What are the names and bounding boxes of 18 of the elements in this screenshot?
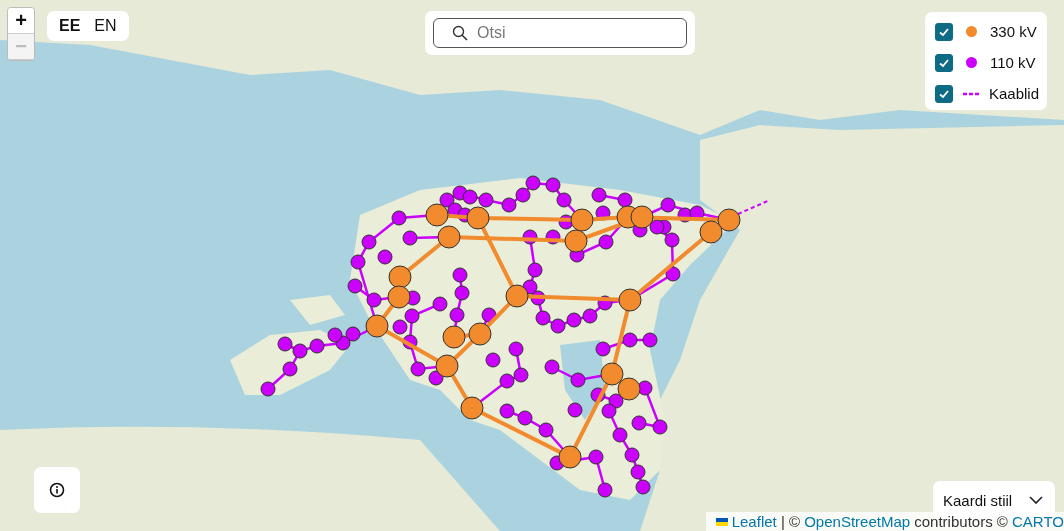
checkbox[interactable] [935, 53, 953, 72]
flag-icon [715, 517, 728, 526]
language-button[interactable]: EN [88, 15, 123, 37]
search-field[interactable]: Otsi [433, 18, 687, 48]
legend-label: 330 kV [990, 23, 1037, 40]
language-button[interactable]: EE [53, 15, 87, 37]
chevron-down-icon [1029, 496, 1043, 504]
legend-label: Kaablid [989, 85, 1040, 102]
checkbox[interactable] [935, 22, 953, 41]
attribution-link[interactable]: Leaflet [731, 513, 777, 530]
checkbox[interactable] [935, 84, 953, 103]
search-icon [452, 25, 468, 41]
info-button[interactable] [34, 467, 80, 513]
info-icon [49, 482, 65, 498]
zoom-in-button[interactable]: + [8, 8, 34, 34]
attribution-link[interactable]: OpenStreetMap [804, 513, 911, 530]
legend-label: 110 kV [990, 54, 1036, 71]
island-area [290, 295, 345, 325]
